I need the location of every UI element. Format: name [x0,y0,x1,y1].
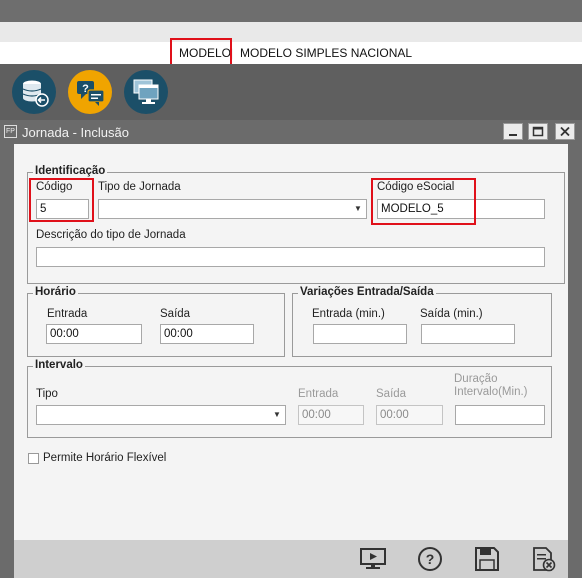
app-badge-icon: FP [4,125,17,138]
intervalo-saida-label: Saída [376,388,407,400]
codigo-esocial-input[interactable]: MODELO_5 [377,199,545,219]
svg-text:?: ? [426,551,435,567]
intervalo-tipo-select[interactable]: ▼ [36,405,286,425]
app-sub-bar [0,22,582,42]
flexivel-checkbox[interactable] [28,453,39,464]
company-code: MODELO [179,46,232,60]
variacao-entrada-label: Entrada (min.) [312,308,385,320]
horario-entrada-label: Entrada [47,308,88,320]
intervalo-entrada-input[interactable]: 00:00 [298,405,364,425]
legend-identificacao: Identificação [33,165,108,177]
codigo-esocial-label: Código eSocial [377,181,455,193]
database-icon[interactable] [12,70,56,114]
minimize-button[interactable] [503,123,523,140]
descricao-label: Descrição do tipo de Jornada [36,229,186,241]
variacao-entrada-input[interactable] [313,324,407,344]
variacao-saida-label: Saída (min.) [420,308,483,320]
codigo-input[interactable]: 5 [36,199,89,219]
cancel-icon[interactable] [528,545,558,573]
intervalo-duracao-label-2: Intervalo(Min.) [454,386,528,398]
window-title-bar: FP Jornada - Inclusão [0,120,582,144]
tipo-jornada-label: Tipo de Jornada [98,181,181,193]
intervalo-saida-input[interactable]: 00:00 [376,405,443,425]
form-area: Identificação Código 5 Tipo de Jornada ▼… [14,144,568,540]
variacao-saida-input[interactable] [421,324,515,344]
window-frame-left [0,144,14,578]
intervalo-duracao-label-1: Duração [454,373,498,385]
company-bar: MODELO | MODELO SIMPLES NACIONAL [0,42,582,64]
legend-horario: Horário [33,286,78,298]
preview-icon[interactable] [358,545,388,573]
legend-variacoes: Variações Entrada/Saída [298,286,436,298]
help-icon[interactable]: ? [415,545,445,573]
horario-entrada-input[interactable]: 00:00 [46,324,142,344]
help-chat-icon[interactable]: ? [68,70,112,114]
save-icon[interactable] [472,545,502,573]
close-button[interactable] [555,123,575,140]
intervalo-duracao-input[interactable] [455,405,545,425]
intervalo-tipo-label: Tipo [36,388,58,400]
tipo-jornada-select[interactable]: ▼ [98,199,367,219]
legend-intervalo: Intervalo [33,359,85,371]
window-title: Jornada - Inclusão [22,125,129,140]
horario-saida-input[interactable]: 00:00 [160,324,254,344]
intervalo-entrada-label: Entrada [298,388,339,400]
company-separator: | [230,46,234,60]
flexivel-label: Permite Horário Flexível [43,452,167,464]
screens-icon[interactable] [124,70,168,114]
chevron-down-icon[interactable]: ▼ [351,201,365,217]
window-frame-right [568,144,582,578]
chevron-down-icon[interactable]: ▼ [270,407,284,423]
company-name: MODELO SIMPLES NACIONAL [240,46,413,60]
descricao-input[interactable] [36,247,545,267]
maximize-button[interactable] [528,123,548,140]
codigo-label: Código [36,181,73,193]
horario-saida-label: Saída [160,308,191,320]
app-top-bar [0,0,582,22]
icon-toolbar: ? [0,64,582,120]
